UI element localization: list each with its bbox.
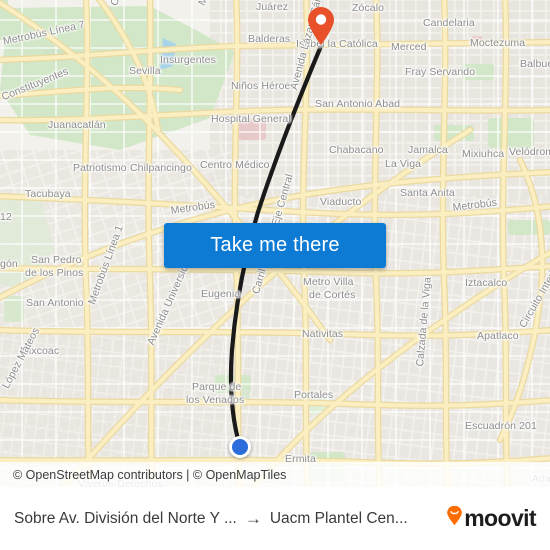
origin-label: Sobre Av. División del Norte Y ... xyxy=(14,509,237,527)
moovit-wordmark: moovit xyxy=(464,505,536,531)
moovit-logo[interactable]: moovit xyxy=(446,505,537,532)
trip-summary-footer: Sobre Av. División del Norte Y ... → Uac… xyxy=(0,487,550,550)
attribution-text[interactable]: © OpenStreetMap contributors | © OpenMap… xyxy=(13,468,286,482)
destination-label: Uacm Plantel Cen... xyxy=(269,509,408,527)
map-canvas[interactable]: Metrobús Línea 7CircuitoMetroJuárezZócal… xyxy=(0,0,550,487)
arrow-right-icon: → xyxy=(244,509,262,528)
take-me-there-button[interactable]: Take me there xyxy=(164,223,386,268)
moovit-pin-icon xyxy=(446,505,463,531)
origin-dot-marker[interactable] xyxy=(229,436,251,458)
map-attribution-bar: © OpenStreetMap contributors | © OpenMap… xyxy=(0,462,550,487)
moovit-trip-map-card: Metrobús Línea 7CircuitoMetroJuárezZócal… xyxy=(0,0,550,550)
destination-pin-marker[interactable] xyxy=(306,6,336,46)
